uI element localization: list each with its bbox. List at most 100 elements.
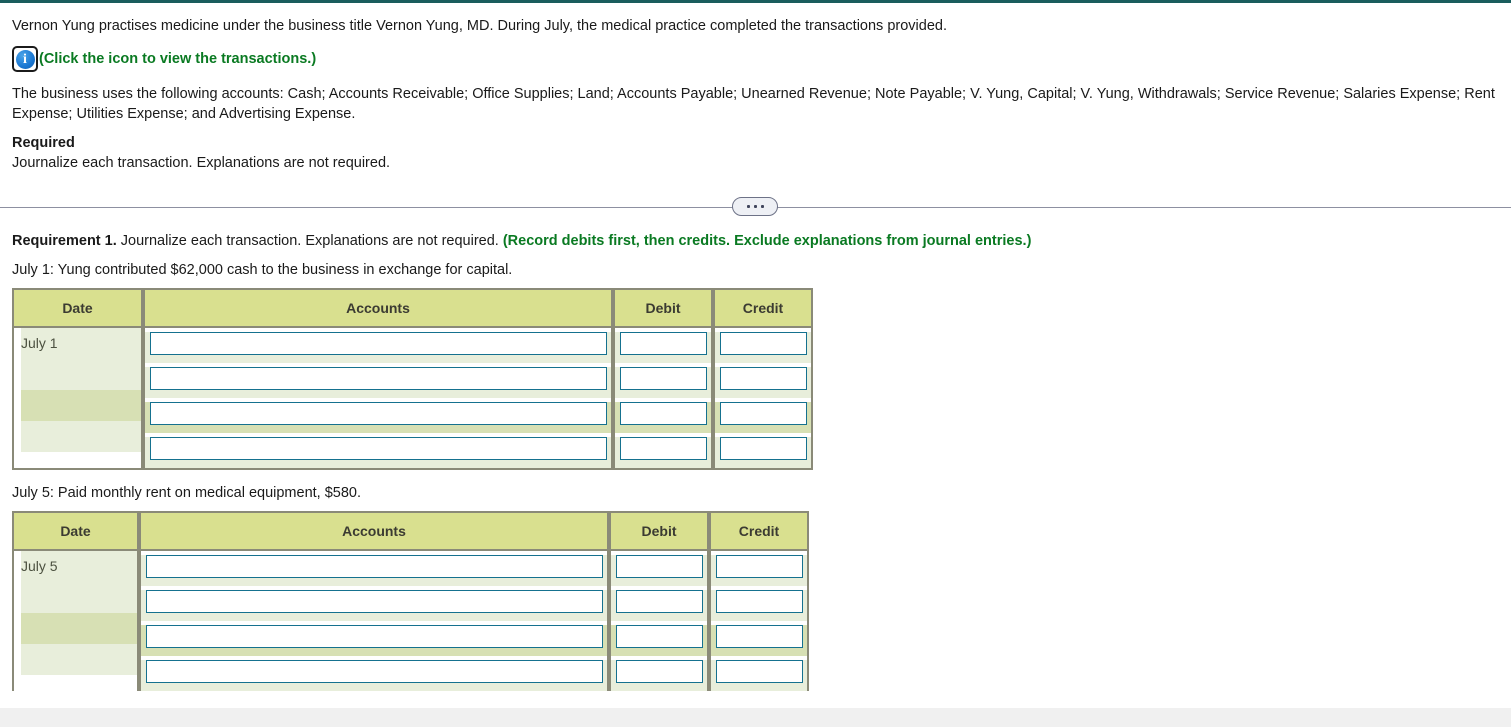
debit-column-cell (613, 328, 713, 470)
column-header-credit: Credit (713, 288, 813, 328)
accounts-band-1 (141, 555, 607, 586)
debit-band-4 (615, 437, 711, 468)
date-band-1: July 5 (21, 551, 137, 582)
credit-band-3 (711, 625, 807, 656)
credit-input-1-3[interactable] (720, 402, 807, 425)
date-band-3 (21, 390, 141, 421)
accounts-input-1-3[interactable] (150, 402, 607, 425)
accounts-column-cell (143, 328, 613, 470)
expand-ellipsis-button[interactable] (732, 197, 778, 216)
accounts-band-2 (141, 590, 607, 621)
debit-band-1 (611, 555, 707, 586)
column-header-accounts: Accounts (139, 511, 609, 551)
table-header-row: Date Accounts Debit Credit (12, 511, 809, 551)
credit-column-cell (713, 328, 813, 470)
table-body-row: July 1 (12, 328, 813, 470)
column-header-date: Date (12, 288, 143, 328)
column-header-debit: Debit (609, 511, 709, 551)
transaction-text-1: July 1: Yung contributed $62,000 cash to… (12, 262, 513, 278)
credit-input-1-1[interactable] (720, 332, 807, 355)
dot-1 (746, 205, 750, 208)
accounts-input-2-1[interactable] (146, 555, 603, 578)
journal-table-1: Date Accounts Debit Credit July 1 (12, 288, 813, 470)
date-band-2 (21, 582, 137, 613)
date-column-cell: July 5 (12, 551, 139, 691)
accounts-band-3 (141, 625, 607, 656)
credit-column-cell (709, 551, 809, 691)
credit-band-2 (711, 590, 807, 621)
journal-table-2-wrapper: Date Accounts Debit Credit July 5 (0, 511, 1511, 691)
accounts-band-2 (145, 367, 611, 398)
section-divider (0, 185, 1511, 231)
requirement-text: Journalize each transaction. Explanation… (116, 233, 503, 249)
accounts-input-2-2[interactable] (146, 590, 603, 613)
accounts-list-paragraph: The business uses the following accounts… (12, 86, 1495, 122)
debit-input-2-4[interactable] (616, 660, 703, 683)
column-header-accounts: Accounts (143, 288, 613, 328)
accounts-input-1-2[interactable] (150, 367, 607, 390)
accounts-input-1-1[interactable] (150, 332, 607, 355)
required-heading: Required (12, 135, 75, 151)
requirement-1-line: Requirement 1. Journalize each transacti… (0, 231, 1511, 251)
date-band-1: July 1 (21, 328, 141, 359)
accounts-input-2-3[interactable] (146, 625, 603, 648)
debit-input-2-1[interactable] (616, 555, 703, 578)
intro-section: Vernon Yung practises medicine under the… (0, 3, 1511, 173)
credit-band-3 (715, 402, 811, 433)
entry-date-2: July 5 (21, 558, 58, 574)
credit-input-2-2[interactable] (716, 590, 803, 613)
credit-band-1 (715, 332, 811, 363)
column-header-credit: Credit (709, 511, 809, 551)
debit-input-1-3[interactable] (620, 402, 707, 425)
problem-page: Vernon Yung practises medicine under the… (0, 3, 1511, 708)
debit-input-1-1[interactable] (620, 332, 707, 355)
accounts-band-1 (145, 332, 611, 363)
journal-table-1-wrapper: Date Accounts Debit Credit July 1 (0, 288, 1511, 470)
accounts-input-2-4[interactable] (146, 660, 603, 683)
accounts-band-3 (145, 402, 611, 433)
credit-input-1-4[interactable] (720, 437, 807, 460)
requirement-label: Requirement 1. (12, 233, 117, 249)
info-icon-glyph: i (15, 49, 35, 69)
debit-input-1-2[interactable] (620, 367, 707, 390)
dot-3 (760, 205, 764, 208)
column-header-debit: Debit (613, 288, 713, 328)
date-column-cell: July 1 (12, 328, 143, 470)
credit-input-2-3[interactable] (716, 625, 803, 648)
credit-input-1-2[interactable] (720, 367, 807, 390)
credit-input-2-1[interactable] (716, 555, 803, 578)
date-band-4 (21, 421, 141, 452)
requirement-instruction: (Record debits first, then credits. Excl… (502, 233, 1032, 249)
entry-date-1: July 1 (21, 335, 58, 351)
debit-band-2 (611, 590, 707, 621)
table-body-row: July 5 (12, 551, 809, 691)
accounts-band-4 (145, 437, 611, 468)
transaction-text-2: July 5: Paid monthly rent on medical equ… (12, 485, 362, 501)
intro-paragraph: Vernon Yung practises medicine under the… (12, 18, 947, 34)
info-icon[interactable]: i (12, 46, 38, 72)
credit-band-4 (715, 437, 811, 468)
debit-band-3 (615, 402, 711, 433)
credit-band-2 (715, 367, 811, 398)
date-band-2 (21, 359, 141, 390)
view-transactions-link-row[interactable]: i (Click the icon to view the transactio… (12, 46, 1501, 72)
footer-strip (0, 708, 1511, 727)
table-header-row: Date Accounts Debit Credit (12, 288, 813, 328)
debit-column-cell (609, 551, 709, 691)
debit-band-4 (611, 660, 707, 691)
view-transactions-caption[interactable]: (Click the icon to view the transactions… (39, 51, 316, 67)
debit-band-3 (611, 625, 707, 656)
accounts-input-1-4[interactable] (150, 437, 607, 460)
credit-band-1 (711, 555, 807, 586)
journal-table-2: Date Accounts Debit Credit July 5 (12, 511, 809, 691)
debit-input-2-3[interactable] (616, 625, 703, 648)
debit-band-2 (615, 367, 711, 398)
date-band-3 (21, 613, 137, 644)
debit-input-1-4[interactable] (620, 437, 707, 460)
date-band-4 (21, 644, 137, 675)
dot-2 (753, 205, 757, 208)
credit-input-2-4[interactable] (716, 660, 803, 683)
debit-input-2-2[interactable] (616, 590, 703, 613)
credit-band-4 (711, 660, 807, 691)
accounts-column-cell (139, 551, 609, 691)
